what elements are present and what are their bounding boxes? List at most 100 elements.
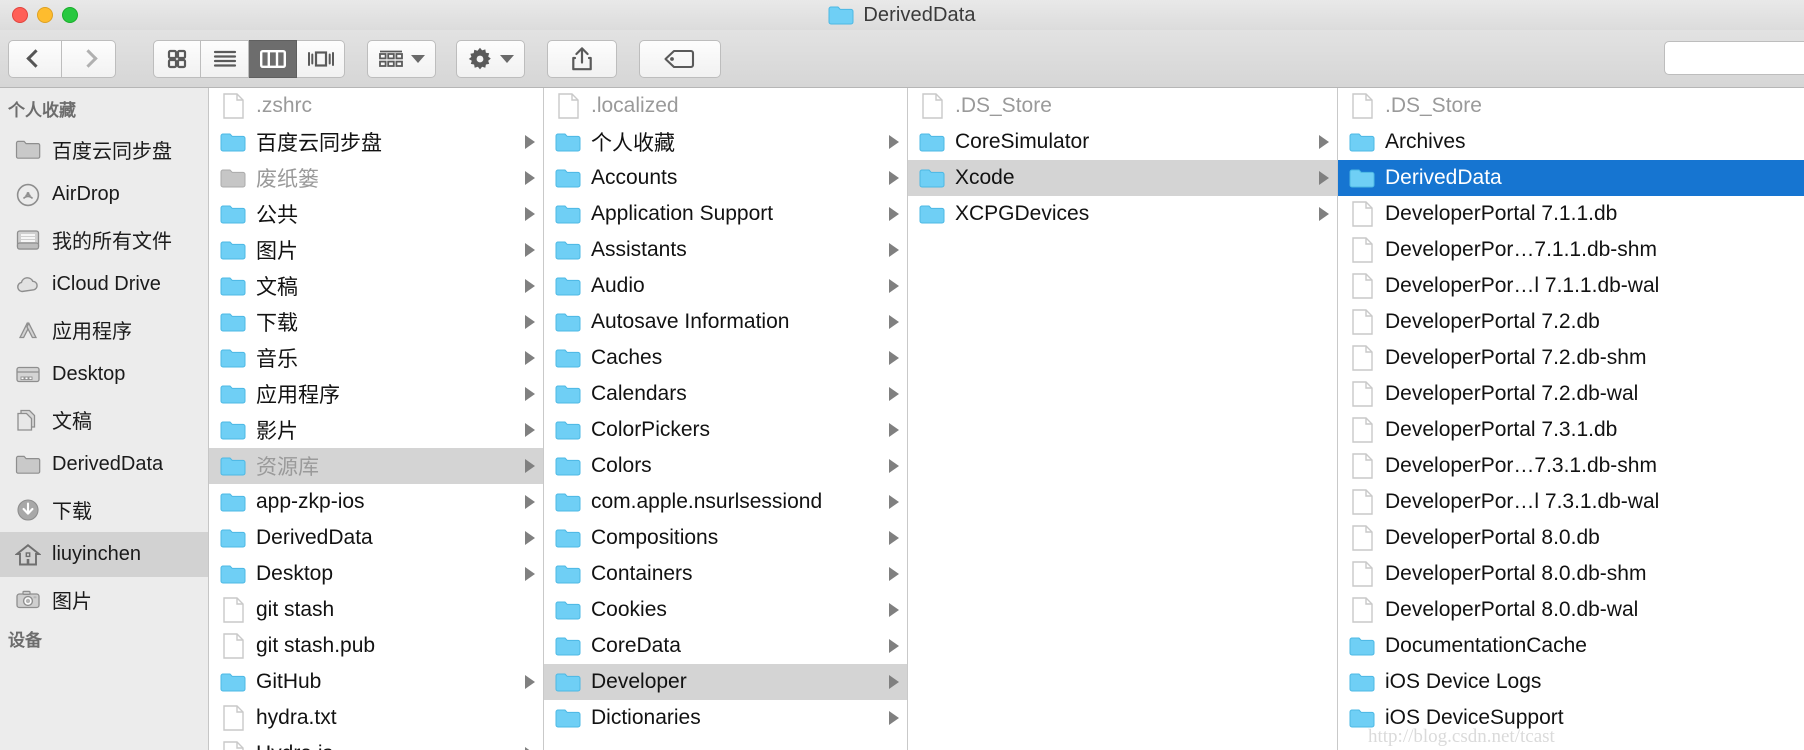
file-row[interactable]: 废纸篓 xyxy=(209,160,543,196)
back-button[interactable] xyxy=(8,39,62,78)
file-row[interactable]: 影片 xyxy=(209,412,543,448)
disclosure-arrow-icon[interactable] xyxy=(889,639,899,653)
file-row[interactable]: DeveloperPor…7.1.1.db-shm xyxy=(1338,232,1804,268)
disclosure-arrow-icon[interactable] xyxy=(889,135,899,149)
disclosure-arrow-icon[interactable] xyxy=(525,387,535,401)
file-row[interactable]: .DS_Store xyxy=(908,88,1337,124)
zoom-button[interactable] xyxy=(62,7,78,23)
file-row[interactable]: Cookies xyxy=(544,592,907,628)
file-row[interactable]: GitHub xyxy=(209,664,543,700)
disclosure-arrow-icon[interactable] xyxy=(525,351,535,365)
file-row[interactable]: hydra.txt xyxy=(209,700,543,736)
file-row[interactable]: Xcode xyxy=(908,160,1337,196)
share-button[interactable] xyxy=(547,39,617,78)
file-row[interactable]: Desktop xyxy=(209,556,543,592)
icon-view-button[interactable] xyxy=(153,39,201,78)
sidebar-item[interactable]: 百度云同步盘 xyxy=(0,127,208,172)
disclosure-arrow-icon[interactable] xyxy=(889,279,899,293)
file-row[interactable]: Caches xyxy=(544,340,907,376)
file-row[interactable]: 下载 xyxy=(209,304,543,340)
disclosure-arrow-icon[interactable] xyxy=(889,351,899,365)
file-row[interactable]: iOS DeviceSupport xyxy=(1338,700,1804,736)
close-button[interactable] xyxy=(12,7,28,23)
disclosure-arrow-icon[interactable] xyxy=(1319,171,1329,185)
file-row[interactable]: Calendars xyxy=(544,376,907,412)
file-row[interactable]: DeveloperPortal 7.3.1.db xyxy=(1338,412,1804,448)
disclosure-arrow-icon[interactable] xyxy=(525,495,535,509)
tags-button[interactable] xyxy=(639,39,721,78)
disclosure-arrow-icon[interactable] xyxy=(889,459,899,473)
file-row[interactable]: DeveloperPortal 7.2.db-wal xyxy=(1338,376,1804,412)
file-row[interactable]: Containers xyxy=(544,556,907,592)
file-row[interactable]: DerivedData xyxy=(1338,160,1804,196)
file-row[interactable]: DeveloperPortal 7.2.db-shm xyxy=(1338,340,1804,376)
sidebar-item[interactable]: 下载 xyxy=(0,487,208,532)
file-row[interactable]: 资源库 xyxy=(209,448,543,484)
disclosure-arrow-icon[interactable] xyxy=(889,315,899,329)
disclosure-arrow-icon[interactable] xyxy=(525,675,535,689)
sidebar-item[interactable]: DerivedData xyxy=(0,442,208,487)
file-row[interactable]: DocumentationCache xyxy=(1338,628,1804,664)
file-row[interactable]: 图片 xyxy=(209,232,543,268)
file-row[interactable]: DeveloperPortal 8.0.db xyxy=(1338,520,1804,556)
file-row[interactable]: com.apple.nsurlsessiond xyxy=(544,484,907,520)
file-row[interactable]: 百度云同步盘 xyxy=(209,124,543,160)
sidebar-item[interactable]: Desktop xyxy=(0,352,208,397)
minimize-button[interactable] xyxy=(37,7,53,23)
file-row[interactable]: Hydra.js xyxy=(209,736,543,750)
disclosure-arrow-icon[interactable] xyxy=(525,459,535,473)
file-row[interactable]: DeveloperPortal 7.2.db xyxy=(1338,304,1804,340)
file-row[interactable]: 应用程序 xyxy=(209,376,543,412)
disclosure-arrow-icon[interactable] xyxy=(525,315,535,329)
file-row[interactable]: Assistants xyxy=(544,232,907,268)
file-row[interactable]: CoreSimulator xyxy=(908,124,1337,160)
disclosure-arrow-icon[interactable] xyxy=(525,243,535,257)
file-row[interactable]: git stash xyxy=(209,592,543,628)
disclosure-arrow-icon[interactable] xyxy=(889,495,899,509)
file-row[interactable]: .localized xyxy=(544,88,907,124)
file-row[interactable]: Autosave Information xyxy=(544,304,907,340)
disclosure-arrow-icon[interactable] xyxy=(525,207,535,221)
disclosure-arrow-icon[interactable] xyxy=(889,711,899,725)
action-button[interactable] xyxy=(456,39,525,78)
file-row[interactable]: 个人收藏 xyxy=(544,124,907,160)
disclosure-arrow-icon[interactable] xyxy=(525,423,535,437)
file-row[interactable]: Audio xyxy=(544,268,907,304)
disclosure-arrow-icon[interactable] xyxy=(889,603,899,617)
disclosure-arrow-icon[interactable] xyxy=(889,531,899,545)
disclosure-arrow-icon[interactable] xyxy=(889,171,899,185)
file-row[interactable]: 文稿 xyxy=(209,268,543,304)
disclosure-arrow-icon[interactable] xyxy=(889,387,899,401)
file-row[interactable]: DeveloperPortal 7.1.1.db xyxy=(1338,196,1804,232)
sidebar-item[interactable]: 我的所有文件 xyxy=(0,217,208,262)
disclosure-arrow-icon[interactable] xyxy=(1319,135,1329,149)
file-row[interactable]: XCPGDevices xyxy=(908,196,1337,232)
file-row[interactable]: Archives xyxy=(1338,124,1804,160)
file-row[interactable]: ColorPickers xyxy=(544,412,907,448)
sidebar-item[interactable]: 文稿 xyxy=(0,397,208,442)
file-row[interactable]: DeveloperPortal 8.0.db-wal xyxy=(1338,592,1804,628)
arrange-button[interactable] xyxy=(367,39,436,78)
coverflow-view-button[interactable] xyxy=(297,39,345,78)
file-row[interactable]: Accounts xyxy=(544,160,907,196)
disclosure-arrow-icon[interactable] xyxy=(1319,207,1329,221)
disclosure-arrow-icon[interactable] xyxy=(889,243,899,257)
file-row[interactable]: DeveloperPortal 8.0.db-shm xyxy=(1338,556,1804,592)
file-row[interactable]: DeveloperPor…l 7.3.1.db-wal xyxy=(1338,484,1804,520)
file-row[interactable]: Developer xyxy=(544,664,907,700)
file-row[interactable]: iOS Device Logs xyxy=(1338,664,1804,700)
file-row[interactable]: CoreData xyxy=(544,628,907,664)
disclosure-arrow-icon[interactable] xyxy=(889,207,899,221)
disclosure-arrow-icon[interactable] xyxy=(525,531,535,545)
disclosure-arrow-icon[interactable] xyxy=(525,279,535,293)
sidebar-item[interactable]: iCloud Drive xyxy=(0,262,208,307)
forward-button[interactable] xyxy=(62,39,116,78)
file-row[interactable]: app-zkp-ios xyxy=(209,484,543,520)
file-row[interactable]: 公共 xyxy=(209,196,543,232)
column-view-button[interactable] xyxy=(249,39,297,78)
sidebar-item[interactable]: 图片 xyxy=(0,577,208,622)
sidebar-item[interactable]: 应用程序 xyxy=(0,307,208,352)
file-row[interactable]: Application Support xyxy=(544,196,907,232)
sidebar-item[interactable]: AirDrop xyxy=(0,172,208,217)
file-row[interactable]: DeveloperPor…7.3.1.db-shm xyxy=(1338,448,1804,484)
